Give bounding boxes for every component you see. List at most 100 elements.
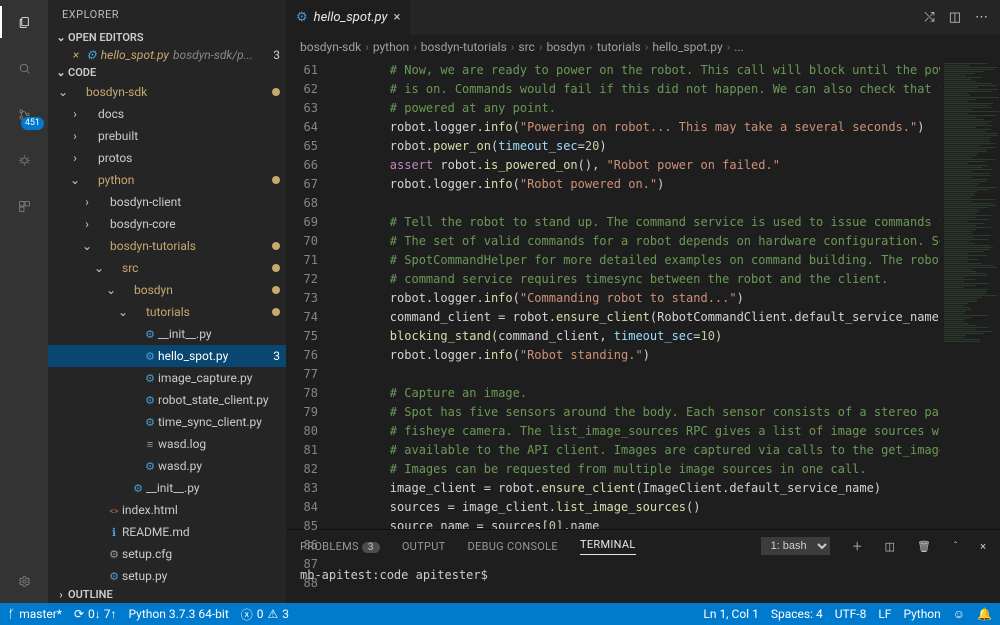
maximize-panel-icon[interactable]: ˆ [953, 540, 958, 553]
breadcrumb-item[interactable]: hello_spot.py [652, 40, 722, 54]
new-terminal-icon[interactable]: ＋ [852, 538, 863, 554]
breadcrumb-item[interactable]: bosdyn-sdk [300, 40, 361, 54]
file-item[interactable]: index.html [48, 499, 286, 521]
files-icon[interactable] [12, 10, 36, 34]
terminal-selector[interactable]: 1: bash [761, 537, 830, 555]
encoding[interactable]: UTF-8 [835, 607, 867, 621]
folder-item[interactable]: ›docs [48, 103, 286, 125]
split-editor-icon[interactable]: ◫ [949, 10, 961, 25]
tree-label: bosdyn-tutorials [110, 239, 196, 253]
code-editor[interactable]: # Now, we are ready to power on the robo… [332, 59, 940, 529]
tree-label: setup.cfg [122, 547, 172, 561]
breadcrumb-sep-icon: › [365, 40, 369, 54]
python-interpreter[interactable]: Python 3.7.3 64-bit [129, 607, 229, 621]
folder-item[interactable]: ⌄bosdyn [48, 279, 286, 301]
notifications-icon[interactable]: 🔔 [977, 607, 992, 621]
file-item[interactable]: README.md [48, 521, 286, 543]
terminal-body[interactable]: mb-apitest:code apitester$ [286, 562, 1000, 603]
tree-label: hello_spot.py [158, 349, 228, 363]
problems-status[interactable]: ⓧ 0 ⚠ 3 [241, 606, 289, 623]
folder-item[interactable]: ⌄bosdyn-sdk [48, 81, 286, 103]
file-item[interactable]: setup.cfg [48, 543, 286, 565]
tree-label: src [122, 261, 138, 275]
file-item[interactable]: image_capture.py [48, 367, 286, 389]
tree-label: __init__.py [158, 327, 212, 341]
chevron-icon: ⌄ [80, 239, 94, 253]
sidebar-title: EXPLORER [48, 0, 286, 29]
folder-item[interactable]: ⌄python [48, 169, 286, 191]
output-tab[interactable]: OUTPUT [402, 540, 446, 553]
search-icon[interactable] [12, 56, 36, 80]
folder-item[interactable]: ⌄ bosdyn-tutorials [48, 235, 286, 257]
split-terminal-icon[interactable]: ◫ [885, 540, 895, 553]
folder-item[interactable]: › bosdyn-core [48, 213, 286, 235]
compare-icon[interactable]: ⤭ [924, 10, 934, 25]
breadcrumb-sep-icon: › [645, 40, 649, 54]
status-bar: ᚶ master* ⟳0↓ 7↑ Python 3.7.3 64-bit ⓧ 0… [0, 603, 1000, 625]
settings-gear-icon[interactable] [12, 569, 36, 593]
file-item[interactable]: hello_spot.py 3 [48, 345, 286, 367]
cursor-position[interactable]: Ln 1, Col 1 [703, 607, 758, 621]
close-panel-icon[interactable]: × [980, 540, 986, 553]
breadcrumbs[interactable]: bosdyn-sdk›python›bosdyn-tutorials›src›b… [286, 35, 1000, 59]
file-icon [142, 460, 158, 473]
git-sync[interactable]: ⟳0↓ 7↑ [74, 607, 117, 621]
editor-area: hello_spot.py × ⤭ ◫ ⋯ bosdyn-sdk › python ›… [286, 0, 1000, 603]
bottom-panel: PROBLEMS 3 OUTPUT DEBUG CONSOLE TERMINAL… [286, 529, 1000, 603]
file-item[interactable]: __init__.py [48, 323, 286, 345]
indentation[interactable]: Spaces: 4 [771, 607, 823, 621]
breadcrumb-item[interactable]: src [518, 40, 534, 54]
git-branch[interactable]: ᚶ master* [8, 607, 62, 621]
file-item[interactable]: __init__.py [48, 477, 286, 499]
terminal-tab[interactable]: TERMINAL [580, 538, 636, 555]
editor-tab[interactable]: hello_spot.py × [286, 0, 410, 35]
debug-console-tab[interactable]: DEBUG CONSOLE [468, 540, 558, 553]
file-item[interactable]: setup.py [48, 565, 286, 586]
code-section-header[interactable]: ⌄CODE [48, 64, 286, 81]
tree-label: robot_state_client.py [158, 393, 269, 407]
open-editor-item[interactable]: × hello_spot.py bosdyn-sdk/p... 3 [64, 46, 286, 64]
file-item[interactable]: robot_state_client.py [48, 389, 286, 411]
file-icon [130, 482, 146, 495]
more-actions-icon[interactable]: ⋯ [975, 10, 988, 25]
file-tree: ⌄bosdyn-sdk›docs›prebuilt›protos⌄python›… [48, 81, 286, 586]
breadcrumb-item[interactable]: bosdyn [546, 40, 585, 54]
folder-item[interactable]: ⌄ src [48, 257, 286, 279]
file-item[interactable]: wasd.log [48, 433, 286, 455]
problem-count: 3 [273, 349, 280, 363]
kill-terminal-icon[interactable]: 🗑 [917, 540, 931, 553]
close-tab-icon[interactable]: × [394, 10, 401, 25]
file-icon [142, 416, 158, 429]
file-item[interactable]: time_sync_client.py [48, 411, 286, 433]
folder-item[interactable]: ›prebuilt [48, 125, 286, 147]
feedback-icon[interactable]: ☺ [953, 607, 965, 621]
python-file-icon [296, 10, 308, 25]
open-editors-header[interactable]: ⌄OPEN EDITORS [48, 29, 286, 46]
folder-item[interactable]: ⌄tutorials [48, 301, 286, 323]
breadcrumb-item[interactable]: tutorials [597, 40, 641, 54]
chevron-icon: › [80, 217, 94, 231]
language-mode[interactable]: Python [903, 607, 940, 621]
breadcrumb-sep-icon: › [413, 40, 417, 54]
folder-item[interactable]: ›protos [48, 147, 286, 169]
source-control-icon[interactable]: 451 [12, 102, 36, 126]
minimap[interactable] [940, 59, 1000, 529]
tree-label: index.html [122, 503, 178, 517]
editor-actions: ⤭ ◫ ⋯ [912, 10, 1000, 25]
breadcrumb-item[interactable]: python [373, 40, 409, 54]
tree-label: wasd.log [158, 437, 206, 451]
extensions-icon[interactable] [12, 194, 36, 218]
breadcrumb-item[interactable]: ... [734, 40, 744, 54]
file-icon [142, 394, 158, 407]
tree-label: wasd.py [158, 459, 202, 473]
modified-dot-icon [272, 242, 280, 250]
chevron-icon: ⌄ [92, 261, 106, 275]
outline-header[interactable]: ›OUTLINE [48, 586, 286, 603]
file-item[interactable]: wasd.py [48, 455, 286, 477]
breadcrumb-item[interactable]: bosdyn-tutorials [421, 40, 507, 54]
folder-item[interactable]: ›bosdyn-client [48, 191, 286, 213]
tree-label: tutorials [146, 305, 190, 319]
tree-label: bosdyn-core [110, 217, 176, 231]
debug-icon[interactable] [12, 148, 36, 172]
eol[interactable]: LF [878, 607, 891, 621]
